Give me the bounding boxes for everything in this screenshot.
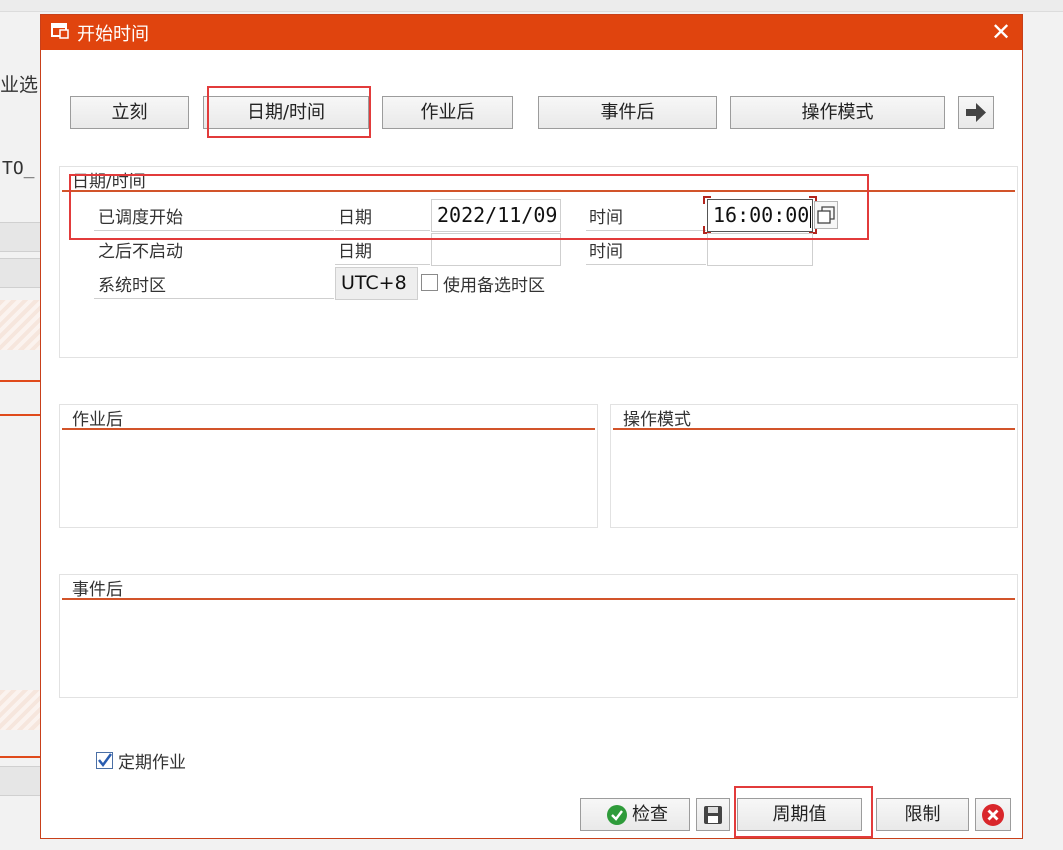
background-field-fragment: TO_ <box>2 158 35 179</box>
cancel-circle-icon <box>982 804 1004 826</box>
background-divider <box>0 414 40 416</box>
after-event-group: 事件后 <box>59 574 1018 698</box>
after-job-button[interactable]: 作业后 <box>382 96 513 129</box>
label-underline <box>586 230 706 231</box>
no-start-after-label: 之后不启动 <box>98 242 183 262</box>
dialog-title-bar: 开始时间 ✕ <box>41 15 1022 50</box>
label-underline <box>94 298 334 299</box>
after-event-group-title: 事件后 <box>72 580 123 600</box>
background-stripe <box>0 300 40 350</box>
alternate-timezone-label: 使用备选时区 <box>443 276 545 296</box>
group-divider <box>62 190 1015 192</box>
check-button[interactable]: 检查 <box>580 798 690 831</box>
scheduled-start-time-label: 时间 <box>589 208 623 228</box>
background-row <box>0 258 40 288</box>
date-time-group-title: 日期/时间 <box>72 172 146 192</box>
group-divider <box>62 598 1015 600</box>
arrow-right-icon <box>966 103 986 122</box>
background-divider <box>0 756 40 758</box>
group-divider <box>613 428 1015 430</box>
value-help-button[interactable] <box>814 201 838 229</box>
system-timezone-value: UTC+8 <box>335 267 418 300</box>
label-underline <box>335 264 430 265</box>
background-stripe <box>0 690 40 730</box>
no-start-after-time-label: 时间 <box>589 242 623 262</box>
background-row <box>0 222 40 252</box>
immediate-button[interactable]: 立刻 <box>70 96 189 129</box>
window-icon <box>51 23 69 39</box>
period-values-button[interactable]: 周期值 <box>737 798 862 831</box>
focus-corner <box>703 196 711 204</box>
no-start-after-time-input[interactable] <box>707 233 813 266</box>
after-job-group-title: 作业后 <box>72 410 123 430</box>
label-underline <box>335 230 430 231</box>
text-caret <box>810 205 812 228</box>
operation-mode-button[interactable]: 操作模式 <box>730 96 945 129</box>
scheduled-start-label: 已调度开始 <box>98 208 183 228</box>
checkmark-icon <box>98 753 113 768</box>
restrictions-button[interactable]: 限制 <box>876 798 969 831</box>
label-underline <box>586 264 706 265</box>
after-job-group: 作业后 <box>59 404 598 528</box>
close-button[interactable]: ✕ <box>989 20 1013 45</box>
operation-mode-group: 操作模式 <box>610 404 1018 528</box>
label-underline <box>94 230 334 231</box>
scheduled-start-time-input[interactable]: 16:00:00 <box>707 199 813 232</box>
copy-icon <box>817 206 835 224</box>
cancel-button[interactable] <box>975 798 1011 831</box>
background-label-fragment: 业选 <box>0 74 39 96</box>
scheduled-start-date-input[interactable]: 2022/11/09 <box>431 199 561 232</box>
check-circle-icon <box>607 805 627 825</box>
date-time-button[interactable]: 日期/时间 <box>203 96 369 129</box>
start-time-dialog: 开始时间 ✕ 立刻 日期/时间 作业后 事件后 操作模式 日期/时间 已调度开始… <box>40 14 1023 839</box>
scheduled-start-date-label: 日期 <box>338 208 372 228</box>
floppy-disk-icon <box>704 806 722 824</box>
alternate-timezone-checkbox[interactable] <box>421 274 438 291</box>
no-start-after-date-label: 日期 <box>338 242 372 262</box>
dialog-title: 开始时间 <box>77 24 149 45</box>
check-button-label: 检查 <box>632 804 668 825</box>
periodic-job-label: 定期作业 <box>118 753 186 773</box>
after-event-button[interactable]: 事件后 <box>538 96 717 129</box>
next-arrow-button[interactable] <box>958 96 994 129</box>
no-start-after-date-input[interactable] <box>431 233 561 266</box>
periodic-job-checkbox[interactable] <box>96 752 113 769</box>
operation-mode-group-title: 操作模式 <box>623 410 691 430</box>
background-divider <box>0 380 40 382</box>
system-timezone-label: 系统时区 <box>98 276 166 296</box>
background-toolbar <box>0 0 1063 12</box>
background-row <box>0 766 40 796</box>
scheduled-start-time-value: 16:00:00 <box>713 203 810 227</box>
group-divider <box>62 428 595 430</box>
save-button[interactable] <box>696 798 730 831</box>
